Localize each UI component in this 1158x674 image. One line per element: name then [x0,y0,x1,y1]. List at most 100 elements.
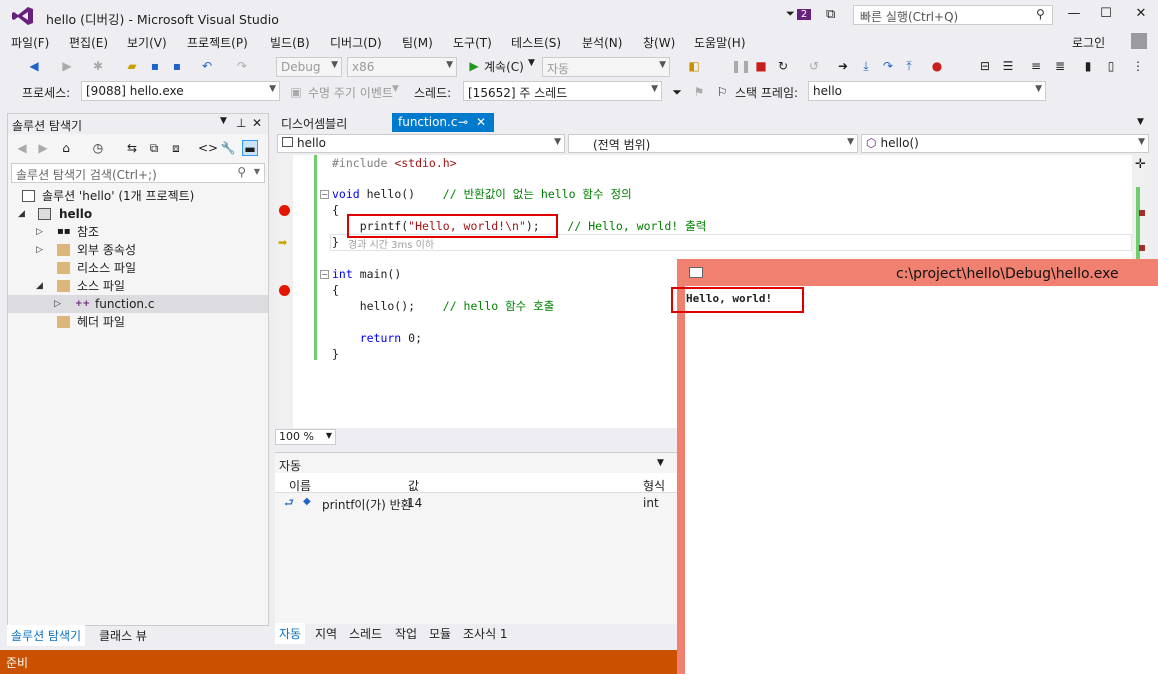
maximize-button[interactable]: ☐ [1096,6,1116,24]
tab-modules[interactable]: 모듈 [425,623,455,644]
minimize-button[interactable]: — [1064,6,1084,24]
new-project-icon[interactable]: ✱ [90,58,106,74]
account-icon[interactable] [1131,33,1147,49]
bookmark-next-icon[interactable]: ▯ [1103,58,1119,74]
breakpoint-icon[interactable] [279,285,290,296]
thread-select[interactable]: [15652] 주 스레드 ▼ [463,81,662,101]
menu-test[interactable]: 테스트(S) [511,34,561,51]
step-out-icon[interactable]: ⤒ [901,58,917,74]
menu-project[interactable]: 프로젝트(P) [187,34,248,51]
tab-class-view[interactable]: 클래스 뷰 [95,625,151,646]
stop-icon[interactable]: ■ [753,58,769,74]
menu-debug[interactable]: 디버그(D) [330,34,382,51]
menu-team[interactable]: 팀(M) [402,34,433,51]
menu-window[interactable]: 창(W) [643,34,675,51]
breakpoint-icon[interactable] [279,205,290,216]
undo-icon[interactable]: ↶ [199,58,215,74]
chevron-down-icon[interactable]: ▼ [528,58,535,68]
breakpoints-icon[interactable]: ● [929,58,945,74]
chevron-down-icon[interactable]: ▼ [254,167,260,176]
tree-item-source-files[interactable]: ◢ 소스 파일 [8,277,268,295]
continue-button[interactable]: 계속(C) [484,58,524,75]
chevron-down-icon[interactable]: ▼ [1137,117,1144,127]
column-name[interactable]: 이름 [289,477,311,494]
show-next-statement-icon[interactable]: ↺ [806,58,822,74]
table-row[interactable]: ⮐ ◆ printf이(가) 반환 14 int [275,493,678,513]
chevron-down-icon[interactable]: ▼ [220,116,227,126]
tree-item-external-deps[interactable]: ▷ 외부 종속성 [8,241,268,259]
redo-icon[interactable]: ↷ [234,58,250,74]
feedback-icon[interactable]: ⧉ [826,7,842,23]
comment-icon[interactable]: ≡ [1028,58,1044,74]
console-output-area[interactable] [685,286,1158,674]
forward-icon[interactable]: ▶ [59,58,75,74]
menu-view[interactable]: 보기(V) [127,34,167,51]
column-type[interactable]: 형식 [643,477,665,494]
close-icon[interactable]: ✕ [476,115,486,129]
hex-display-icon[interactable]: ⊟ [977,58,993,74]
solution-search-input[interactable]: 솔루션 탐색기 검색(Ctrl+;) ⚲ ▼ [11,163,265,183]
tree-item-references[interactable]: ▷ ▪▪ 참조 [8,223,268,241]
close-button[interactable]: ✕ [1131,6,1151,24]
menu-help[interactable]: 도움말(H) [694,34,746,51]
threads-icon[interactable]: ☰ [1000,58,1016,74]
preview-icon[interactable]: ▬ [242,140,258,156]
tab-threads[interactable]: 스레드 [345,623,386,644]
show-all-files-icon[interactable]: ⧈ [168,140,184,156]
toolbar-options-icon[interactable]: ⋮ [1130,58,1146,74]
menu-edit[interactable]: 편집(E) [69,34,108,51]
search-icon[interactable]: ⚲ [1036,7,1045,21]
collapsed-icon[interactable]: ▷ [36,241,43,259]
menu-analyze[interactable]: 분석(N) [582,34,622,51]
menu-build[interactable]: 빌드(B) [270,34,310,51]
tab-solution-explorer[interactable]: 솔루션 탐색기 [7,625,86,646]
column-value[interactable]: 값 [408,477,419,494]
auto-select[interactable]: 자동 ▼ [542,57,670,77]
pin-icon[interactable]: ⊥ [236,116,246,130]
continue-icon[interactable]: ▶ [466,58,482,74]
collapse-icon[interactable]: − [320,190,329,199]
tab-tasks[interactable]: 작업 [391,623,421,644]
tab-disassembly[interactable]: 디스어셈블리 [275,113,353,132]
flag-thread-icon[interactable]: ⚑ [691,84,707,100]
split-icon[interactable]: ✛ [1135,157,1146,172]
step-over-icon[interactable]: ↷ [880,58,896,74]
expanded-icon[interactable]: ◢ [36,277,43,295]
flag-filter-icon[interactable]: ⏷ [669,84,685,100]
home-icon[interactable]: ⌂ [58,140,74,156]
view-code-icon[interactable]: <> [198,140,218,156]
tab-autos[interactable]: 자동 [275,623,306,644]
collapse-all-icon[interactable]: ⧉ [146,140,162,156]
tree-item-solution[interactable]: 솔루션 'hello' (1개 프로젝트) [8,187,268,205]
process-select[interactable]: [9088] hello.exe ▼ [81,81,280,101]
uncomment-icon[interactable]: ≣ [1052,58,1068,74]
sync-icon[interactable]: ⇆ [124,140,140,156]
collapsed-icon[interactable]: ▷ [54,295,61,313]
save-icon[interactable]: ▪ [147,58,163,74]
search-icon[interactable]: ⚲ [237,165,246,179]
quick-launch-input[interactable]: 빠른 실행(Ctrl+Q) [853,5,1053,25]
save-all-icon[interactable]: ▪ [169,58,185,74]
forward-icon[interactable]: ▶ [35,140,51,156]
pause-icon[interactable]: ❚❚ [731,58,751,74]
collapse-icon[interactable]: − [320,270,329,279]
browser-link-icon[interactable]: ◧ [686,58,702,74]
project-select[interactable]: hello ▼ [277,134,565,153]
bookmark-icon[interactable]: ▮ [1080,58,1096,74]
properties-icon[interactable]: 🔧 [220,140,236,156]
tab-watch-1[interactable]: 조사식 1 [459,623,512,644]
step-into-icon[interactable]: ⤓ [858,58,874,74]
solution-config-select[interactable]: Debug ▼ [276,57,342,77]
notifications-button[interactable]: ⏷ 2 [786,7,812,21]
login-link[interactable]: 로그인 [1072,34,1105,51]
perf-tip[interactable]: 경과 시간 3ms 이하 [348,236,434,251]
menu-tools[interactable]: 도구(T) [453,34,492,51]
expanded-icon[interactable]: ◢ [18,205,25,223]
chevron-down-icon[interactable]: ▼ [392,84,399,94]
tree-item-resource-files[interactable]: 리소스 파일 [8,259,268,277]
back-icon[interactable]: ◀ [26,58,42,74]
back-icon[interactable]: ◀ [14,140,30,156]
chevron-down-icon[interactable]: ▼ [657,458,664,468]
tree-item-header-files[interactable]: 헤더 파일 [8,313,268,331]
history-icon[interactable]: ◷ [90,140,106,156]
